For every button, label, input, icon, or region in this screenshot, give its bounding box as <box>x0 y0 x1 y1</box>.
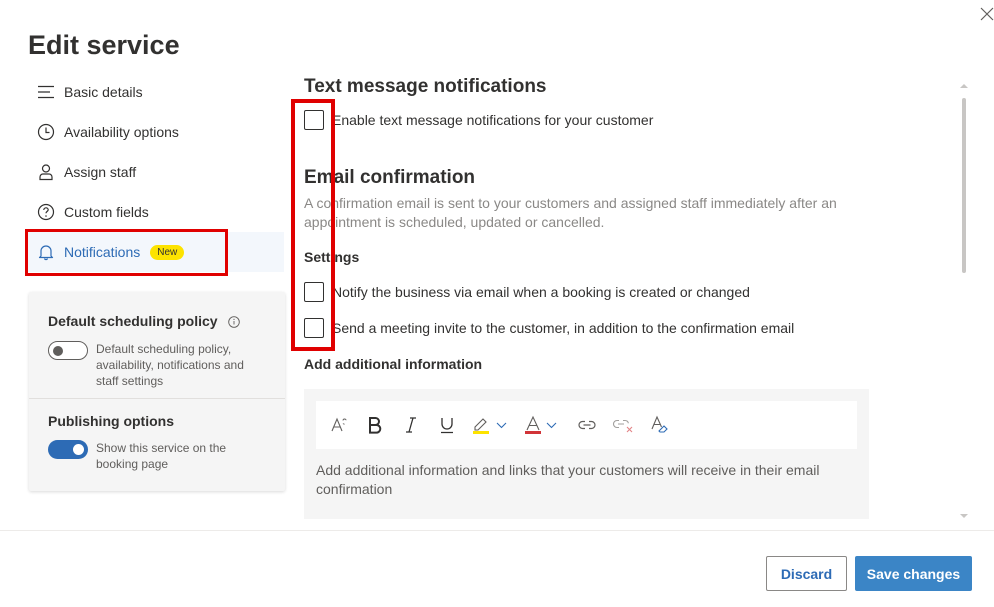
default-scheduling-title: Default scheduling policy <box>48 313 218 329</box>
meeting-invite-checkbox[interactable] <box>304 318 324 338</box>
enable-text-notifications-checkbox[interactable] <box>304 110 324 130</box>
text-notifications-heading: Text message notifications <box>304 76 547 97</box>
default-scheduling-toggle[interactable] <box>48 341 88 360</box>
font-size-icon[interactable] <box>326 412 352 438</box>
footer-divider <box>0 530 994 531</box>
toggle-knob <box>73 444 84 455</box>
remove-link-icon[interactable] <box>610 412 636 438</box>
nav-item-label: Basic details <box>64 84 143 100</box>
nav-item-availability-options[interactable]: Availability options <box>28 112 284 152</box>
email-confirmation-heading: Email confirmation <box>304 167 476 188</box>
link-icon[interactable] <box>574 412 600 438</box>
meeting-invite-label: Send a meeting invite to the customer, i… <box>332 320 795 336</box>
publishing-toggle[interactable] <box>48 440 88 459</box>
sidebar-nav: Basic details Availability options Assig… <box>28 72 284 272</box>
italic-icon[interactable] <box>398 412 424 438</box>
underline-icon[interactable] <box>434 412 460 438</box>
notify-business-row: Notify the business via email when a boo… <box>304 282 750 302</box>
scrollbar[interactable] <box>957 75 971 518</box>
person-icon <box>37 163 55 181</box>
policy-card: Default scheduling policy Default schedu… <box>29 292 285 491</box>
editor-toolbar <box>316 401 857 449</box>
font-color-icon[interactable] <box>522 412 564 438</box>
toggle-knob <box>53 346 63 356</box>
list-icon <box>37 83 55 101</box>
nav-item-label: Notifications <box>64 244 141 260</box>
additional-info-editor[interactable]: Add additional information and links tha… <box>304 389 869 519</box>
close-icon[interactable] <box>978 5 994 23</box>
clock-icon <box>37 123 55 141</box>
nav-item-basic-details[interactable]: Basic details <box>28 72 284 112</box>
nav-item-label: Assign staff <box>64 164 137 180</box>
nav-item-assign-staff[interactable]: Assign staff <box>28 152 284 192</box>
settings-label: Settings <box>304 249 360 265</box>
clear-formatting-icon[interactable] <box>646 412 672 438</box>
notify-business-checkbox[interactable] <box>304 282 324 302</box>
default-scheduling-toggle-row: Default scheduling policy, availability,… <box>48 341 256 389</box>
default-scheduling-header: Default scheduling policy <box>48 313 240 329</box>
publishing-toggle-text: Show this service on the booking page <box>96 441 227 471</box>
default-scheduling-toggle-text: Default scheduling policy, availability,… <box>96 342 244 388</box>
highlight-icon[interactable] <box>470 412 512 438</box>
additional-info-label: Add additional information <box>304 356 483 372</box>
bold-icon[interactable] <box>362 412 388 438</box>
save-changes-button[interactable]: Save changes <box>855 556 972 591</box>
meeting-invite-row: Send a meeting invite to the customer, i… <box>304 318 794 338</box>
publishing-options-title: Publishing options <box>48 413 174 429</box>
card-divider <box>29 398 285 399</box>
editor-placeholder: Add additional information and links tha… <box>316 462 820 497</box>
nav-item-notifications[interactable]: Notifications New <box>28 232 284 272</box>
info-icon[interactable] <box>227 315 240 328</box>
email-confirmation-description: A confirmation email is sent to your cus… <box>304 195 837 230</box>
nav-item-label: Availability options <box>64 124 179 140</box>
nav-item-label: Custom fields <box>64 204 149 220</box>
scrollbar-thumb[interactable] <box>962 98 966 273</box>
notify-business-label: Notify the business via email when a boo… <box>332 284 750 300</box>
discard-button[interactable]: Discard <box>766 556 847 591</box>
scroll-down-arrow-icon[interactable] <box>960 507 968 518</box>
new-badge: New <box>150 244 185 260</box>
page-title: Edit service <box>28 30 180 60</box>
question-circle-icon <box>37 203 55 221</box>
scroll-up-arrow-icon[interactable] <box>960 77 968 88</box>
bell-icon <box>37 243 55 261</box>
enable-text-notifications-label: Enable text message notifications for yo… <box>332 112 654 128</box>
enable-text-notifications-row: Enable text message notifications for yo… <box>304 110 653 130</box>
publishing-toggle-row: Show this service on the booking page <box>48 440 256 472</box>
nav-item-custom-fields[interactable]: Custom fields <box>28 192 284 232</box>
